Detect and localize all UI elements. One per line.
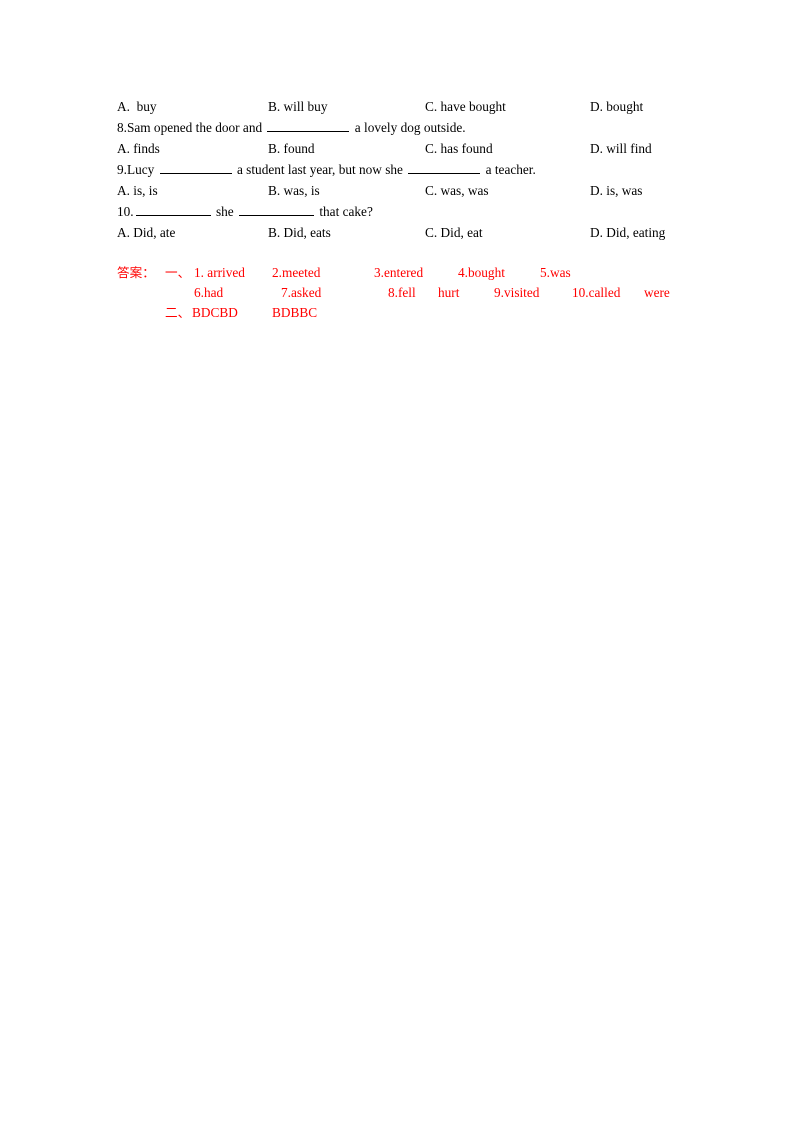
answer-item: 6.had xyxy=(194,285,224,300)
answer-key-row-1: 答案： 一、 1. arrived 2.meeted 3.entered 4.b… xyxy=(117,263,737,283)
question-8-blank[interactable] xyxy=(267,118,350,132)
answer-item: 2.meeted xyxy=(272,265,321,280)
question-10-blank-2[interactable] xyxy=(239,202,314,216)
option-b[interactable]: B. was, is xyxy=(268,180,320,201)
answer-item: 10.called xyxy=(572,285,621,300)
question-10-text-after: that cake? xyxy=(316,204,373,219)
answer-item: hurt xyxy=(438,285,460,300)
question-8-options-row: A. finds B. found C. has found D. will f… xyxy=(117,138,717,159)
answer-item: BDBBC xyxy=(272,305,318,320)
question-10-blank-1[interactable] xyxy=(135,202,211,216)
question-9-stem: 9.Lucy a student last year, but now she … xyxy=(117,159,717,180)
answer-item: 3.entered xyxy=(374,265,424,280)
answer-item: 5.was xyxy=(540,265,571,280)
option-b[interactable]: B. Did, eats xyxy=(268,222,331,243)
question-10-text-before: 10. xyxy=(117,204,134,219)
questions-block: A. buy B. will buy C. have bought D. bou… xyxy=(117,96,717,243)
answer-section-one-marker: 一、 xyxy=(165,265,191,280)
option-c[interactable]: C. was, was xyxy=(425,180,489,201)
question-7-options-row: A. buy B. will buy C. have bought D. bou… xyxy=(117,96,717,117)
answer-item: BDCBD xyxy=(192,305,238,320)
question-8-stem: 8.Sam opened the door and a lovely dog o… xyxy=(117,117,717,138)
answer-item: 1. arrived xyxy=(194,265,245,280)
question-9-text-before: 9.Lucy xyxy=(117,162,158,177)
option-a[interactable]: A. finds xyxy=(117,138,160,159)
option-a[interactable]: A. is, is xyxy=(117,180,158,201)
option-c[interactable]: C. Did, eat xyxy=(425,222,483,243)
option-d[interactable]: D. will find xyxy=(590,138,652,159)
answer-item: 4.bought xyxy=(458,265,505,280)
question-9-options-row: A. is, is B. was, is C. was, was D. is, … xyxy=(117,180,717,201)
option-c[interactable]: C. has found xyxy=(425,138,493,159)
question-10-text-middle: she xyxy=(212,204,237,219)
question-10-options-row: A. Did, ate B. Did, eats C. Did, eat D. … xyxy=(117,222,717,243)
option-c[interactable]: C. have bought xyxy=(425,96,506,117)
option-d[interactable]: D. Did, eating xyxy=(590,222,665,243)
option-b[interactable]: B. will buy xyxy=(268,96,327,117)
answer-key-block: 答案： 一、 1. arrived 2.meeted 3.entered 4.b… xyxy=(117,263,737,323)
answer-key-label: 答案： xyxy=(117,265,155,280)
answer-key-row-2: 6.had 7.asked 8.fell hurt 9.visited 10.c… xyxy=(117,283,737,303)
answer-key-row-3: 二、 BDCBD BDBBC xyxy=(117,303,737,323)
question-9-text-after: a teacher. xyxy=(482,162,536,177)
option-a[interactable]: A. Did, ate xyxy=(117,222,175,243)
question-8-text-before: 8.Sam opened the door and xyxy=(117,120,266,135)
question-9-text-middle: a student last year, but now she xyxy=(233,162,407,177)
answer-section-two-marker: 二、 xyxy=(165,305,191,320)
question-10-stem: 10. she that cake? xyxy=(117,201,717,222)
answer-item: 8.fell xyxy=(388,285,416,300)
option-a[interactable]: A. buy xyxy=(117,96,157,117)
answer-item: 9.visited xyxy=(494,285,540,300)
answer-item: were xyxy=(644,285,670,300)
question-8-text-after: a lovely dog outside. xyxy=(351,120,466,135)
document-page: A. buy B. will buy C. have bought D. bou… xyxy=(0,0,794,1123)
option-b[interactable]: B. found xyxy=(268,138,315,159)
option-d[interactable]: D. bought xyxy=(590,96,643,117)
question-9-blank-1[interactable] xyxy=(159,160,232,174)
question-9-blank-2[interactable] xyxy=(408,160,481,174)
option-d[interactable]: D. is, was xyxy=(590,180,642,201)
answer-item: 7.asked xyxy=(281,285,322,300)
